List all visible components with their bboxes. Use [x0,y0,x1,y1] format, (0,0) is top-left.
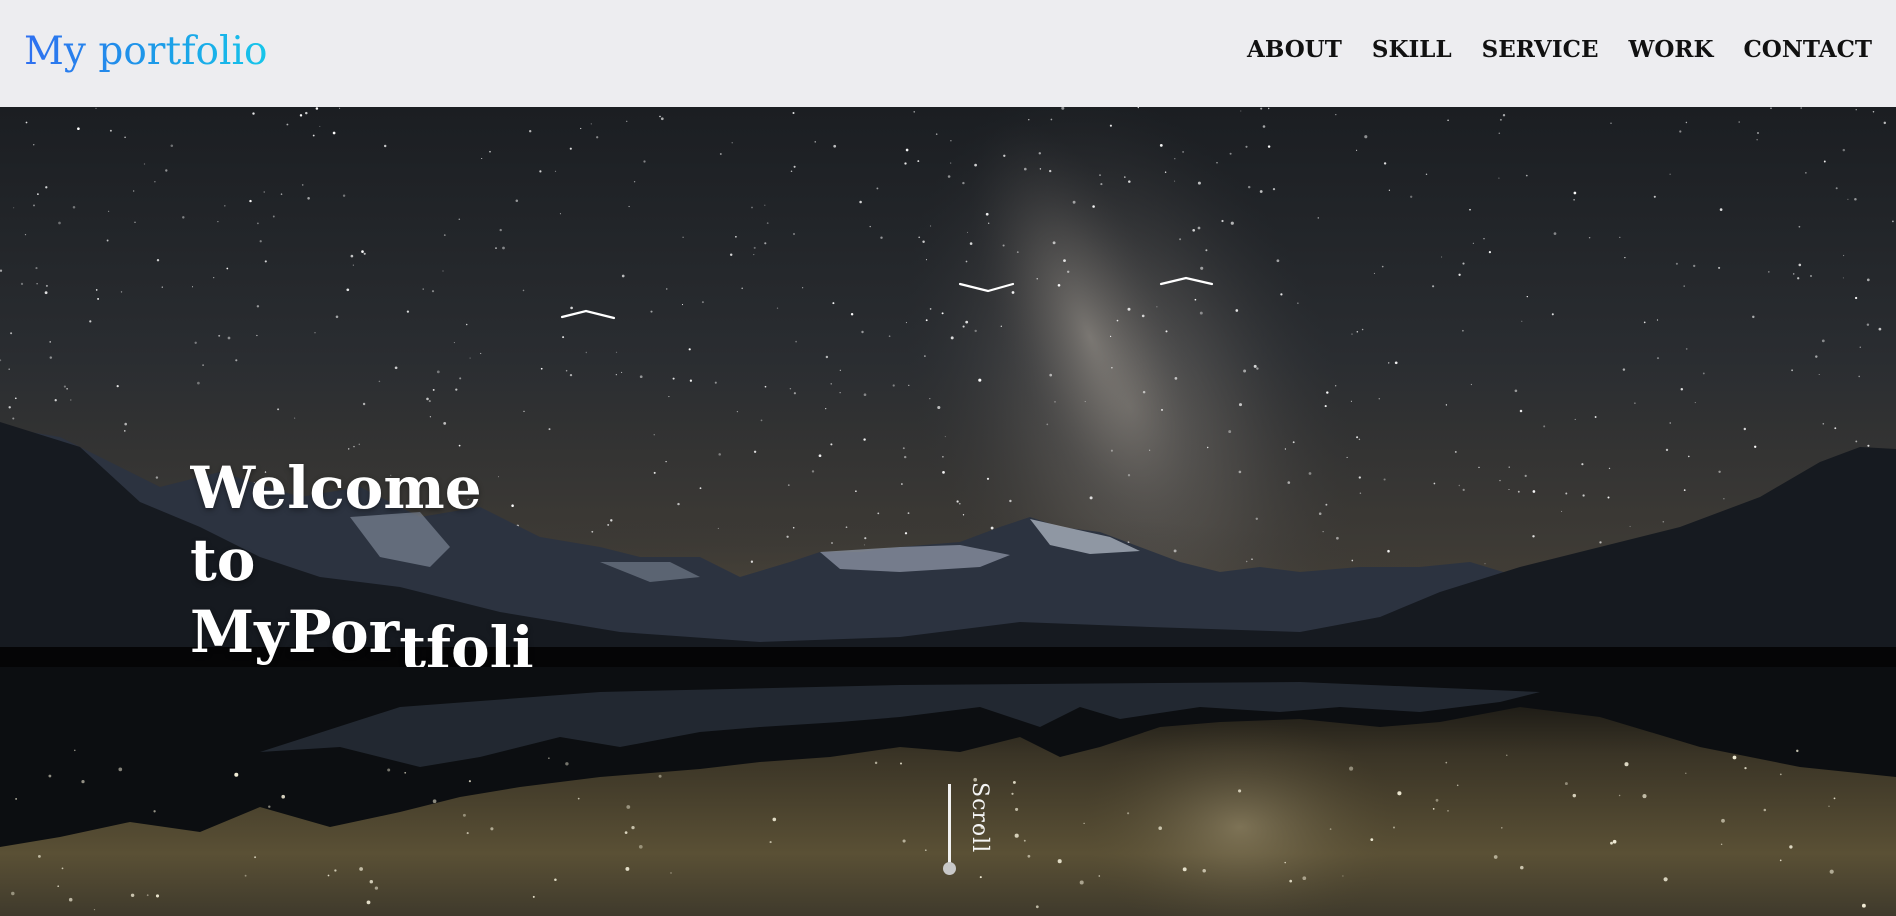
scroll-dot-icon [943,862,956,875]
welcome-line: MyPortfoli [190,596,550,667]
logo[interactable]: My portfolio [24,28,267,76]
bird-icon [560,309,616,320]
hero-welcome-heading: Welcome to MyPortfoli [190,452,550,667]
welcome-text-part: MyPor [190,598,400,666]
nav-link-work[interactable]: WORK [1629,36,1714,64]
site-header: My portfolio ABOUT SKILL SERVICE WORK CO… [0,0,1896,107]
scroll-indicator[interactable]: Scroll [943,782,1006,894]
nav-link-about[interactable]: ABOUT [1247,36,1342,64]
welcome-text-part-animated: tfoli [399,614,534,667]
nav-link-skill[interactable]: SKILL [1372,36,1452,64]
nav-link-service[interactable]: SERVICE [1482,36,1599,64]
main-nav: ABOUT SKILL SERVICE WORK CONTACT [1217,36,1872,64]
bird-icon [1159,276,1214,286]
nav-link-contact[interactable]: CONTACT [1744,36,1873,64]
scroll-line [948,784,951,866]
hero-section: Welcome to MyPortfoli Scroll [0,107,1896,916]
bird-icon [958,282,1015,293]
scroll-label[interactable]: Scroll [967,782,992,853]
welcome-line: to [190,526,256,594]
welcome-line: Welcome [190,454,482,522]
